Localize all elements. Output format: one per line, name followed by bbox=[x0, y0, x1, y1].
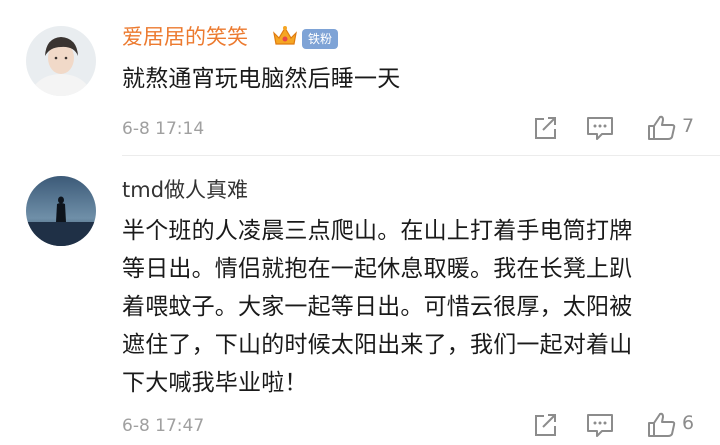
comment-text-line: 着喂蚊子。大家一起等日出。可惜云很厚，太阳被 bbox=[122, 294, 633, 320]
like-button[interactable]: 7 bbox=[646, 114, 706, 142]
comment-text-line: 下大喊我毕业啦！ bbox=[122, 370, 308, 396]
comment-text-line: 半个班的人凌晨三点爬山。在山上打着手电筒打牌 bbox=[122, 218, 633, 244]
thumbs-up-icon bbox=[648, 412, 676, 437]
share-icon bbox=[535, 117, 556, 139]
share-button[interactable] bbox=[530, 411, 562, 439]
reply-button[interactable] bbox=[584, 411, 616, 439]
username[interactable]: tmd做人真难 bbox=[122, 177, 248, 203]
reply-button[interactable] bbox=[584, 114, 616, 142]
comment-item: tmd做人真难 半个班的人凌晨三点爬山。在山上打着手电筒打牌 等日出。情侣就抱在… bbox=[0, 160, 720, 445]
timestamp: 6-8 17:47 bbox=[122, 416, 205, 436]
comment-item: 爱居居的笑笑 铁粉 就熬通宵玩电脑然后睡一天 6-8 17:14 7 bbox=[0, 0, 720, 152]
fan-badge: 铁粉 bbox=[302, 29, 339, 49]
like-count: 7 bbox=[682, 115, 695, 137]
thumbs-up-icon bbox=[648, 115, 676, 140]
like-button[interactable]: 6 bbox=[646, 411, 706, 439]
comment-text: 就熬通宵玩电脑然后睡一天 bbox=[122, 63, 700, 95]
comment-text-line: 遮住了，下山的时候太阳出来了，我们一起对着山 bbox=[122, 332, 633, 358]
comment-icon bbox=[587, 117, 613, 140]
crown-icon bbox=[273, 26, 297, 45]
avatar[interactable] bbox=[26, 176, 96, 246]
avatar[interactable] bbox=[26, 26, 96, 96]
share-button[interactable] bbox=[530, 114, 562, 142]
like-count: 6 bbox=[682, 412, 695, 434]
username[interactable]: 爱居居的笑笑 bbox=[122, 24, 248, 50]
comment-text: 半个班的人凌晨三点爬山。在山上打着手电筒打牌 等日出。情侣就抱在一起休息取暖。我… bbox=[122, 212, 700, 402]
comment-text-line: 就熬通宵玩电脑然后睡一天 bbox=[122, 66, 401, 92]
timestamp: 6-8 17:14 bbox=[122, 119, 205, 139]
share-icon bbox=[535, 414, 556, 436]
comment-text-line: 等日出。情侣就抱在一起休息取暖。我在长凳上趴 bbox=[122, 256, 633, 282]
comment-icon bbox=[587, 414, 613, 437]
divider bbox=[122, 155, 720, 156]
